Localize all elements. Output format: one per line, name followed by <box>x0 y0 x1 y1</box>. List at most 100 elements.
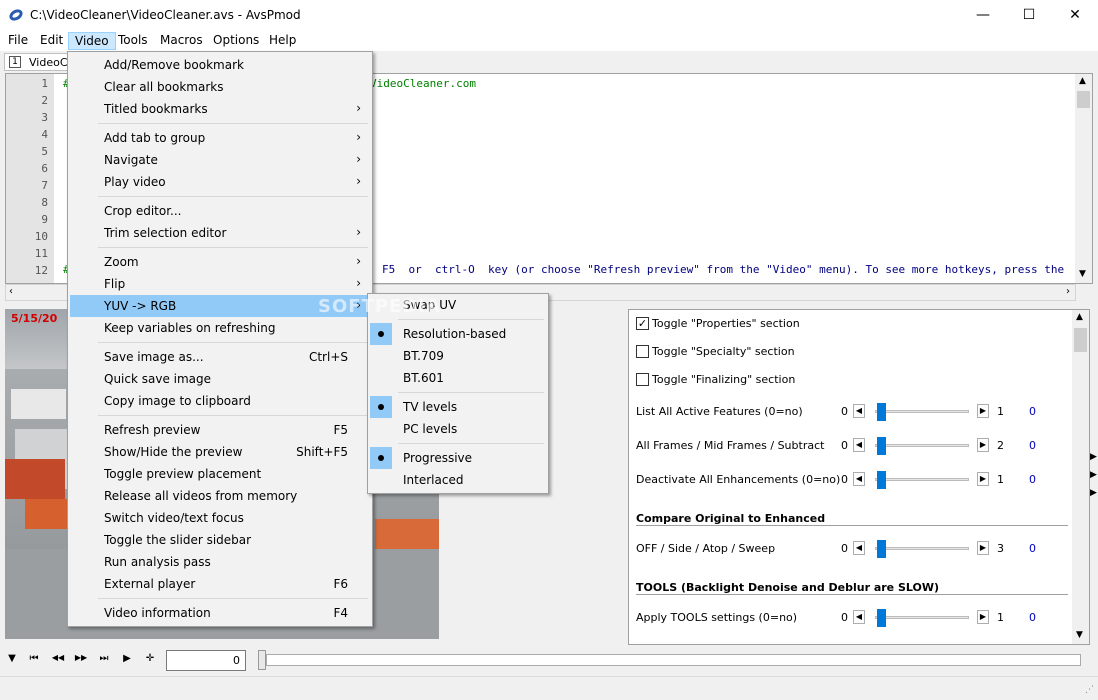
scroll-thumb[interactable] <box>1077 91 1090 108</box>
resize-grip-icon[interactable]: ⋰ <box>1085 685 1094 695</box>
prev-frame-icon[interactable]: ◀◀ <box>49 653 67 662</box>
menu-edit[interactable]: Edit <box>34 32 69 50</box>
menu-item[interactable]: BT.709 <box>369 345 547 367</box>
menu-item[interactable]: Crop editor... <box>70 200 370 222</box>
menu-item-label: Crop editor... <box>104 204 182 218</box>
frame-number-input[interactable]: 0 <box>166 650 246 671</box>
menu-item[interactable]: Progressive <box>369 447 547 469</box>
menu-item[interactable]: Keep variables on refreshing <box>70 317 370 339</box>
menu-item[interactable]: External player F6 <box>70 573 370 595</box>
toggle-checkbox[interactable] <box>636 345 649 358</box>
menu-item[interactable]: Run analysis pass <box>70 551 370 573</box>
slider-decrement-button[interactable]: ◀ <box>853 404 865 418</box>
slider-track[interactable] <box>875 410 969 413</box>
line-number: 2 <box>41 94 48 107</box>
line-number: 5 <box>41 145 48 158</box>
slider-increment-button[interactable]: ▶ <box>977 438 989 452</box>
slider-label: Deactivate All Enhancements (0=no) <box>636 473 841 486</box>
slider-track[interactable] <box>875 616 969 619</box>
menu-item[interactable]: Add tab to group › <box>70 127 370 149</box>
menu-item[interactable]: PC levels <box>369 418 547 440</box>
menu-item[interactable]: Clear all bookmarks <box>70 76 370 98</box>
menu-item[interactable]: Release all videos from memory <box>70 485 370 507</box>
slider-increment-button[interactable]: ▶ <box>977 610 989 624</box>
menu-item[interactable]: Toggle the slider sidebar <box>70 529 370 551</box>
menu-help[interactable]: Help <box>263 32 302 50</box>
menu-item[interactable]: Resolution-based <box>369 323 547 345</box>
slider-track[interactable] <box>875 478 969 481</box>
menu-item[interactable]: Copy image to clipboard <box>70 390 370 412</box>
slider-increment-button[interactable]: ▶ <box>977 472 989 486</box>
scroll-right-icon[interactable]: › <box>1066 286 1070 297</box>
menu-macros[interactable]: Macros <box>154 32 209 50</box>
scroll-down-icon[interactable]: ▼ <box>1076 630 1083 640</box>
menu-item[interactable]: TV levels <box>369 396 547 418</box>
menu-item-shortcut: Shift+F5 <box>296 445 348 459</box>
scroll-up-icon[interactable]: ▲ <box>1079 76 1086 86</box>
menu-item-label: Run analysis pass <box>104 555 211 569</box>
toggle-checkbox[interactable]: ✓ <box>636 317 649 330</box>
play-icon[interactable]: ▶ <box>118 653 136 664</box>
sidebar-arrow-icon[interactable]: ▶ <box>1090 488 1097 498</box>
scroll-up-icon[interactable]: ▲ <box>1076 312 1083 322</box>
menu-item[interactable]: Switch video/text focus <box>70 507 370 529</box>
editor-vertical-scrollbar[interactable]: ▲ ▼ <box>1075 74 1092 283</box>
line-number: 4 <box>41 128 48 141</box>
slider-thumb[interactable] <box>877 437 886 455</box>
slider-thumb[interactable] <box>877 403 886 421</box>
slider-thumb[interactable] <box>877 540 886 558</box>
crosshair-icon[interactable]: ✛ <box>141 653 159 664</box>
menu-item[interactable]: Interlaced <box>369 469 547 491</box>
last-frame-icon[interactable]: ⏭ <box>95 653 113 664</box>
sidebar-arrow-icon[interactable]: ▶ <box>1090 470 1097 480</box>
scroll-down-icon[interactable]: ▼ <box>1079 269 1086 279</box>
slider-decrement-button[interactable]: ◀ <box>853 472 865 486</box>
radio-dot-icon <box>378 404 384 410</box>
menu-item[interactable]: Show/Hide the preview Shift+F5 <box>70 441 370 463</box>
slider-decrement-button[interactable]: ◀ <box>853 438 865 452</box>
menu-item[interactable]: Play video › <box>70 171 370 193</box>
menu-item[interactable]: Quick save image <box>70 368 370 390</box>
menu-item[interactable]: Save image as... Ctrl+S <box>70 346 370 368</box>
menu-options[interactable]: Options <box>207 32 265 50</box>
scroll-left-icon[interactable]: ‹ <box>9 286 13 297</box>
slider-min: 0 <box>841 473 848 486</box>
slider-track[interactable] <box>875 444 969 447</box>
menu-file[interactable]: File <box>2 32 34 50</box>
menu-item[interactable]: Titled bookmarks › <box>70 98 370 120</box>
tab-script[interactable]: 1 VideoCle <box>4 53 77 71</box>
menu-item[interactable]: Zoom › <box>70 251 370 273</box>
slider-decrement-button[interactable]: ◀ <box>853 541 865 555</box>
slider-decrement-button[interactable]: ◀ <box>853 610 865 624</box>
menu-item[interactable]: Refresh preview F5 <box>70 419 370 441</box>
menu-item[interactable]: Add/Remove bookmark <box>70 54 370 76</box>
slider-increment-button[interactable]: ▶ <box>977 404 989 418</box>
menu-tools[interactable]: Tools <box>112 32 154 50</box>
slider-thumb[interactable] <box>877 609 886 627</box>
sidebar-vertical-scrollbar[interactable]: ▲ ▼ <box>1072 310 1089 644</box>
scroll-thumb[interactable] <box>1074 328 1087 352</box>
timeline-slider[interactable] <box>266 654 1081 666</box>
minimize-button[interactable]: — <box>960 0 1006 30</box>
menu-item[interactable]: BT.601 <box>369 367 547 389</box>
toggle-checkbox[interactable] <box>636 373 649 386</box>
menu-item[interactable]: Toggle preview placement <box>70 463 370 485</box>
timeline-thumb[interactable] <box>258 650 266 670</box>
next-frame-icon[interactable]: ▶▶ <box>72 653 90 662</box>
menu-item[interactable]: Video information F4 <box>70 602 370 624</box>
slider-thumb[interactable] <box>877 471 886 489</box>
slider-value: 0 <box>1029 473 1036 486</box>
submenu-arrow-icon: › <box>356 276 361 290</box>
close-button[interactable]: ✕ <box>1052 0 1098 30</box>
menu-item[interactable]: Flip › <box>70 273 370 295</box>
first-frame-icon[interactable]: ⏮ <box>25 653 43 664</box>
menu-item[interactable]: Trim selection editor › <box>70 222 370 244</box>
sidebar-arrow-icon[interactable]: ▶ <box>1090 452 1097 462</box>
slider-track[interactable] <box>875 547 969 550</box>
menu-video[interactable]: Video <box>68 32 116 50</box>
slider-increment-button[interactable]: ▶ <box>977 541 989 555</box>
maximize-button[interactable]: ☐ <box>1006 0 1052 30</box>
menu-item[interactable]: Navigate › <box>70 149 370 171</box>
menu-dropdown-icon[interactable]: ▼ <box>3 653 21 664</box>
radio-check-icon <box>370 396 392 418</box>
